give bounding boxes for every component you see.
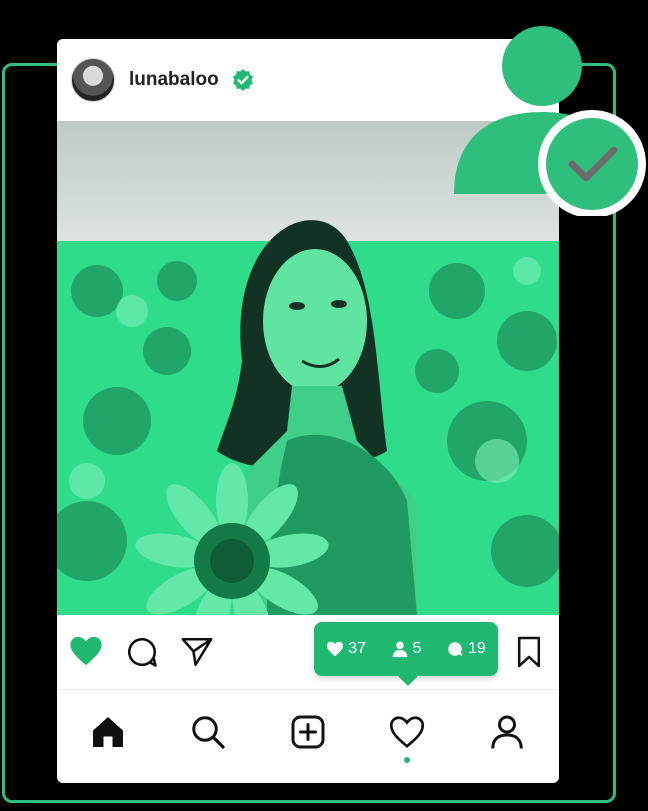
stats-tooltip: 37 5 19 [314,622,498,686]
heart-icon[interactable] [69,635,103,667]
profile-icon[interactable] [489,714,525,750]
active-indicator-dot [404,757,410,763]
comment-icon[interactable] [125,635,159,669]
followers-count: 5 [412,640,422,657]
avatar[interactable] [71,58,115,102]
likes-count: 37 [348,640,367,657]
bottom-nav [57,691,559,783]
search-icon[interactable] [190,714,226,750]
home-icon[interactable] [90,714,126,750]
verified-icon [232,69,253,91]
likes-stat: 37 [326,640,366,658]
comments-count: 19 [467,640,486,657]
username[interactable]: lunabaloo [129,69,219,91]
add-post-icon[interactable] [290,714,326,750]
activity-icon[interactable] [389,714,425,750]
follow-verified-icon [454,26,646,216]
share-icon[interactable] [179,635,215,669]
bookmark-icon[interactable] [515,635,543,669]
comments-stat: 19 [446,640,486,658]
user-icon [392,641,407,658]
followers-stat: 5 [391,640,422,658]
comment-icon [448,642,463,657]
divider [57,689,559,690]
heart-icon [327,641,344,657]
